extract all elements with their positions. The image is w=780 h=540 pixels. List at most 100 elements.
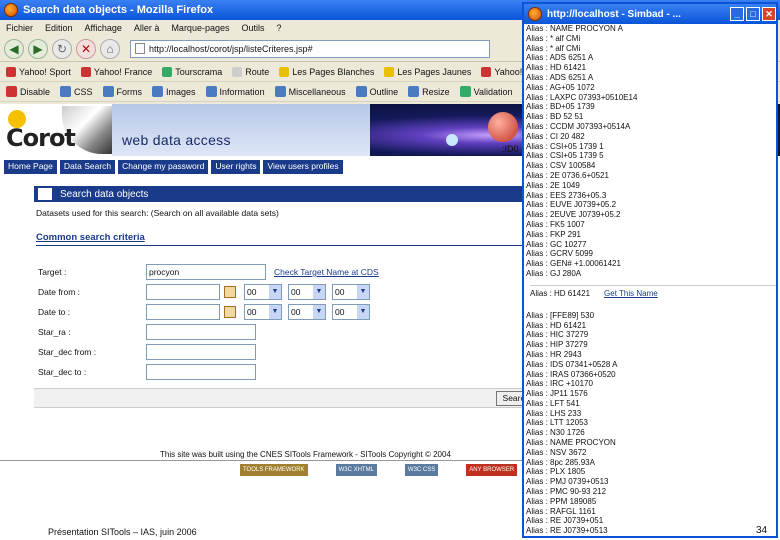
bookmark-item[interactable]: Tourscrama — [162, 66, 222, 77]
sitools-badge[interactable]: TOOLS FRAMEWORK — [240, 464, 308, 476]
simbad-popup-window: http://localhost - Simbad - ... _ □ ✕ Al… — [522, 2, 778, 538]
select-value: 00 — [291, 307, 301, 317]
toolbar-validation[interactable]: Validation — [459, 86, 513, 97]
menu-edition[interactable]: Edition — [45, 23, 73, 33]
section-title: Search data objects — [60, 188, 149, 200]
menu-outils[interactable]: Outils — [241, 23, 264, 33]
bookmark-icon — [162, 66, 173, 77]
bookmark-item[interactable]: Route — [232, 66, 269, 77]
toolbar-label: Disable — [20, 86, 51, 97]
toolbar-outline[interactable]: Outline — [355, 86, 398, 97]
alias-item: Alias : AG+05 1072 — [526, 82, 595, 92]
id-row: Alias : HD 61421 Get This Name — [530, 284, 776, 299]
date-to-label: Date to : — [38, 307, 71, 317]
w3c-css-badge[interactable]: W3C CSS — [404, 464, 439, 476]
menu-marque-pages[interactable]: Marque-pages — [171, 23, 229, 33]
stop-icon[interactable]: ✕ — [76, 38, 96, 59]
toolbar-label: Miscellaneous — [288, 86, 346, 97]
alias-item: Alias : IRC +10170 — [526, 379, 593, 389]
tab-change-password[interactable]: Change my password — [118, 160, 209, 174]
alias-item: Alias : [FFE89] 530 — [526, 310, 595, 320]
any-browser-badge[interactable]: ANY BROWSER — [466, 464, 518, 476]
forward-icon[interactable]: ▶ — [28, 38, 48, 59]
truncated-text: :ID0 — [502, 144, 519, 154]
bookmark-item[interactable]: Les Pages Jaunes — [384, 66, 471, 77]
back-icon[interactable]: ◀ — [4, 38, 24, 59]
menu-affichage[interactable]: Affichage — [85, 23, 122, 33]
moon-image — [446, 134, 458, 146]
alias-item: Alias : RE J0739+051 — [526, 516, 604, 526]
w3c-xhtml-badge[interactable]: W3C XHTML — [335, 464, 377, 476]
alias-item: Alias : PMJ 0739+0513 — [526, 477, 609, 487]
alias-item: Alias : FK5 1007 — [526, 219, 585, 229]
url-bar[interactable]: http://localhost/corot/jsp/listeCriteres… — [130, 39, 490, 58]
section-header: Search data objects — [34, 186, 530, 202]
alias-item: Alias : LAXPC 07393+0510E14 — [526, 92, 638, 102]
date-to-second-select[interactable]: 00 ▼ — [332, 304, 370, 320]
search-window-icon — [38, 188, 52, 200]
bookmark-item[interactable]: Yahoo! — [481, 66, 522, 77]
tab-view-users-profiles[interactable]: View users profiles — [263, 160, 343, 174]
page-icon — [135, 43, 145, 54]
target-input[interactable]: procyon — [146, 264, 266, 280]
bookmark-label: Yahoo! France — [93, 66, 153, 77]
information-icon — [205, 86, 217, 97]
alias-list-top: Alias : NAME PROCYON A Alias : * alf CMi A… — [524, 24, 776, 279]
home-icon[interactable]: ⌂ — [100, 38, 120, 59]
close-icon[interactable]: ✕ — [762, 7, 776, 21]
menu-aller[interactable]: Aller à — [134, 23, 160, 33]
tab-data-search[interactable]: Data Search — [59, 160, 116, 174]
toolbar-information[interactable]: Information — [205, 86, 265, 97]
maximize-icon[interactable]: □ — [746, 7, 760, 21]
alias-item: Alias : PPM 189085 — [526, 496, 597, 506]
star-dec-to-input[interactable] — [146, 364, 256, 380]
star-dec-from-input[interactable] — [146, 344, 256, 360]
bookmark-icon — [6, 66, 16, 77]
alias-item: Alias : NAME PROCYON — [526, 438, 616, 448]
minimize-icon[interactable]: _ — [730, 7, 744, 21]
date-to-hour-select[interactable]: 00 ▼ — [244, 304, 282, 320]
date-to-minute-select[interactable]: 00 ▼ — [288, 304, 326, 320]
menu-help[interactable]: ? — [277, 23, 282, 33]
alias-item: Alias : RE J0739+0513 — [526, 526, 608, 536]
window-controls: _ □ ✕ — [728, 7, 776, 21]
chevron-down-icon: ▼ — [357, 285, 369, 299]
bookmark-item[interactable]: Les Pages Blanches — [279, 66, 374, 77]
date-to-input[interactable] — [146, 304, 220, 320]
check-target-link[interactable]: Check Target Name at CDS — [274, 267, 379, 277]
date-from-minute-select[interactable]: 00 ▼ — [288, 284, 326, 300]
alias-item: Alias : PLX 1805 — [526, 467, 586, 477]
firefox-icon — [4, 3, 18, 17]
miscellaneous-icon — [274, 86, 286, 97]
calendar-icon[interactable] — [224, 306, 236, 318]
toolbar-css[interactable]: CSS — [60, 86, 93, 97]
alias-item: Alias : LTT 12053 — [526, 418, 588, 428]
bookmark-item[interactable]: Yahoo! France — [80, 66, 153, 77]
outline-icon — [355, 86, 367, 97]
get-this-name-link[interactable]: Get This Name — [604, 289, 658, 298]
banner-title-area: web data access — [112, 104, 370, 156]
toolbar-miscellaneous[interactable]: Miscellaneous — [274, 86, 346, 97]
toolbar-label: Information — [219, 86, 265, 97]
date-from-hour-select[interactable]: 00 ▼ — [244, 284, 282, 300]
calendar-icon[interactable] — [224, 286, 236, 298]
chevron-down-icon: ▼ — [269, 285, 281, 299]
toolbar-disable[interactable]: Disable — [6, 86, 50, 97]
alias-item: Alias : GCRV 5099 — [526, 249, 593, 259]
reload-icon[interactable]: ↻ — [52, 38, 72, 59]
tab-user-rights[interactable]: User rights — [211, 160, 261, 174]
date-from-input[interactable] — [146, 284, 220, 300]
toolbar-resize[interactable]: Resize — [408, 86, 450, 97]
bookmark-icon — [279, 66, 290, 77]
toolbar-forms[interactable]: Forms — [102, 86, 142, 97]
toolbar-images[interactable]: Images — [152, 86, 196, 97]
alias-item: Alias : CSV 100584 — [526, 161, 596, 171]
logo-text: Corot — [6, 124, 76, 152]
menu-fichier[interactable]: Fichier — [6, 23, 33, 33]
star-ra-input[interactable] — [146, 324, 256, 340]
tab-home-page[interactable]: Home Page — [4, 160, 57, 174]
bookmark-item[interactable]: Yahoo! Sport — [6, 66, 71, 77]
alias-item: Alias : 2E 1049 — [526, 180, 580, 190]
alias-item: Alias : HIP 37279 — [526, 340, 588, 350]
date-from-second-select[interactable]: 00 ▼ — [332, 284, 370, 300]
